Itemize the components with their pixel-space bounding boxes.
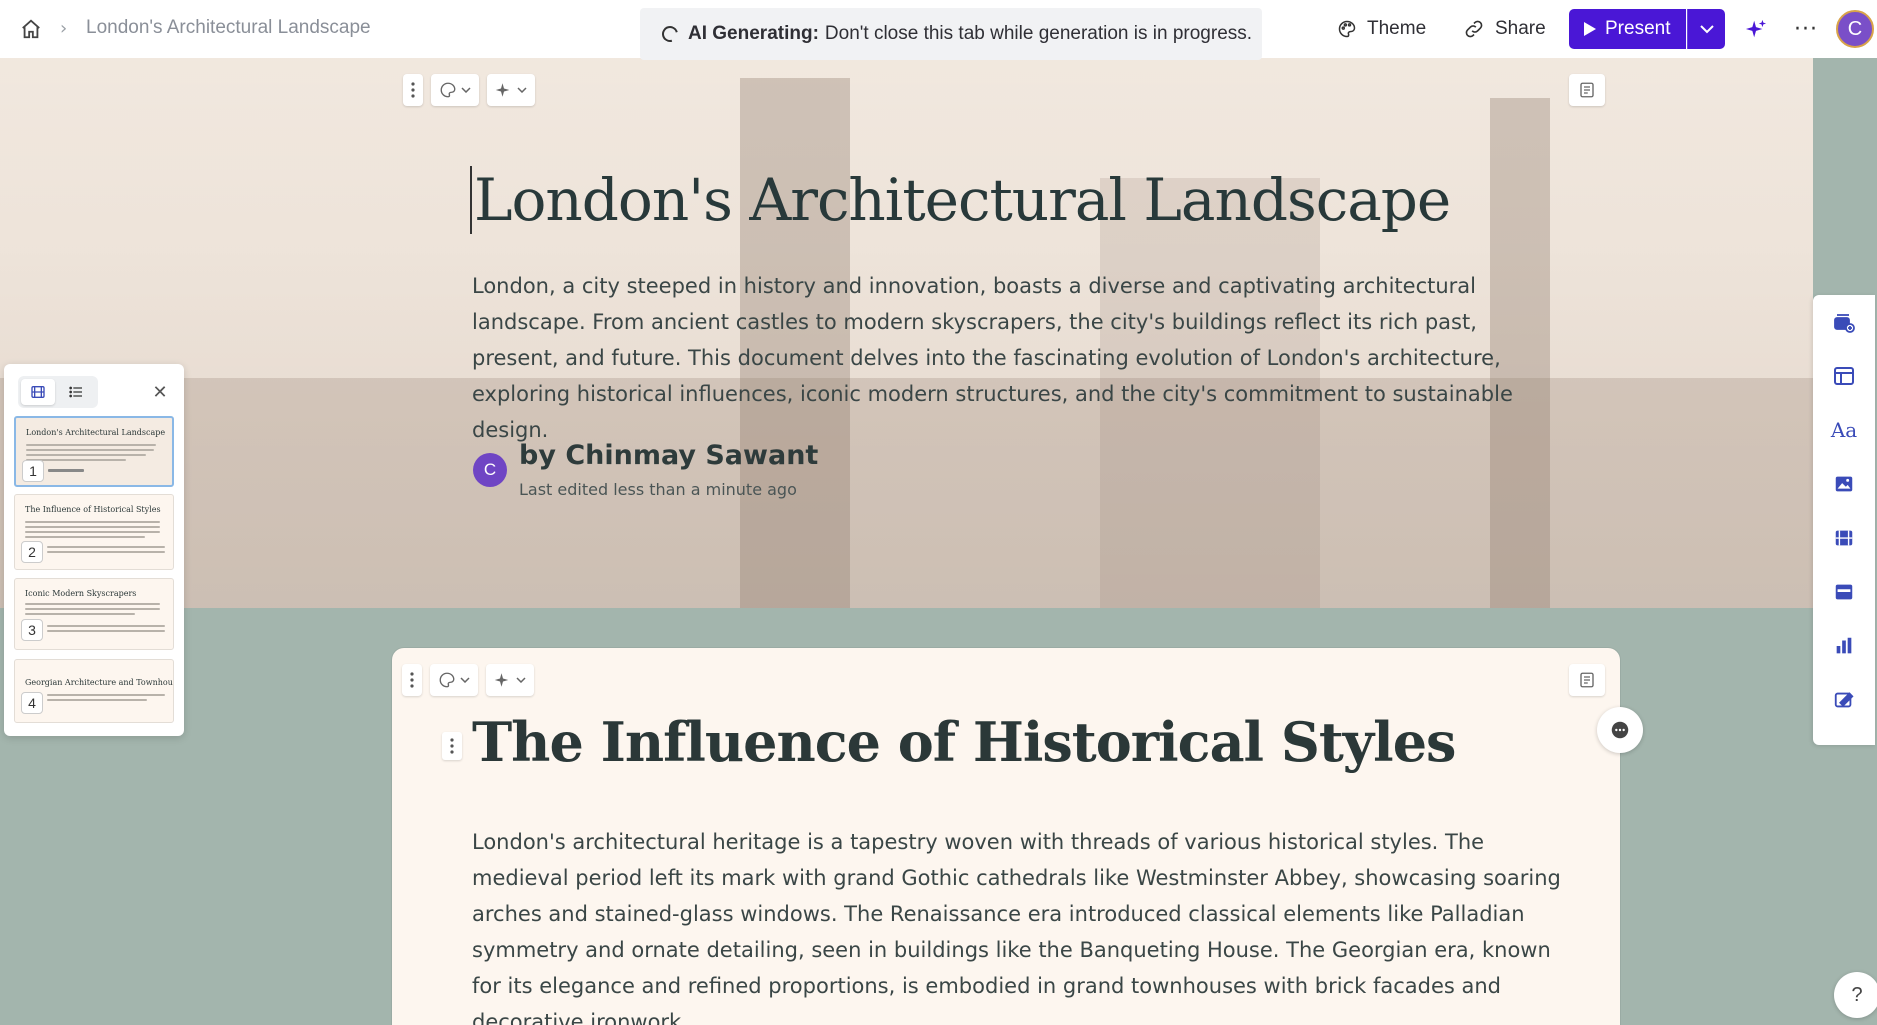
- thumbnail-number: 4: [21, 692, 43, 714]
- text-icon[interactable]: Aa: [1829, 415, 1859, 445]
- video-icon[interactable]: [1829, 523, 1859, 553]
- slide-thumbnail[interactable]: London's Architectural Landscape 1: [14, 416, 174, 487]
- thumbnail-title: Iconic Modern Skyscrapers: [25, 589, 137, 598]
- notes-icon[interactable]: [1569, 664, 1605, 696]
- ai-banner-label: AI Generating:: [688, 23, 819, 44]
- slide-thumbnail[interactable]: The Influence of Historical Styles 2: [14, 494, 174, 570]
- chevron-right-icon: ›: [60, 18, 68, 39]
- sparkle-icon: [495, 83, 510, 97]
- insert-toolbar: Aa: [1813, 295, 1875, 745]
- ai-sparkle-icon[interactable]: [1742, 15, 1770, 43]
- card-style-button[interactable]: [431, 74, 479, 106]
- author-name: by Chinmay Sawant: [519, 440, 819, 471]
- slide-thumbnail[interactable]: Georgian Architecture and Townhouses 4: [14, 659, 174, 723]
- thumbnail-number: 1: [22, 460, 44, 482]
- present-label: Present: [1605, 18, 1671, 39]
- list-view-tab[interactable]: [59, 379, 93, 405]
- drag-handle-icon[interactable]: [403, 74, 423, 106]
- chevron-down-icon: [517, 87, 527, 93]
- thumbnail-title: The Influence of Historical Styles: [25, 505, 161, 514]
- panel-view-tabs: [18, 376, 98, 408]
- sparkle-icon: [494, 673, 509, 687]
- top-bar: › London's Architectural Landscape AI Ge…: [0, 0, 1877, 60]
- chevron-down-icon: [460, 677, 470, 683]
- image-icon[interactable]: [1829, 469, 1859, 499]
- ai-generating-banner: AI Generating: Don't close this tab whil…: [640, 8, 1262, 60]
- more-options-icon[interactable]: ···: [1792, 15, 1820, 43]
- slide-thumbnail[interactable]: Iconic Modern Skyscrapers 3: [14, 578, 174, 650]
- author-avatar: C: [473, 453, 507, 487]
- play-icon: [1584, 22, 1596, 36]
- thumbnail-title: Georgian Architecture and Townhouses: [25, 678, 174, 687]
- chevron-down-icon: [461, 87, 471, 93]
- thumbnail-number: 2: [21, 541, 43, 563]
- slide-thumbnail-panel: ✕ London's Architectural Landscape 1 The…: [4, 364, 184, 736]
- comment-icon[interactable]: [1597, 707, 1643, 753]
- theme-button[interactable]: Theme: [1337, 10, 1426, 48]
- hero-title[interactable]: London's Architectural Landscape: [470, 166, 1451, 234]
- palette-icon: [1338, 20, 1356, 38]
- close-icon[interactable]: ✕: [150, 382, 170, 403]
- thumbnail-number: 3: [21, 619, 43, 641]
- hero-card-toolbar: [403, 74, 535, 106]
- chevron-down-icon: [1699, 25, 1714, 34]
- home-icon[interactable]: [16, 14, 46, 44]
- ai-edit-button[interactable]: [487, 74, 535, 106]
- form-icon[interactable]: [1829, 685, 1859, 715]
- ai-edit-button[interactable]: [486, 664, 534, 696]
- thumbnail-view-tab[interactable]: [21, 379, 55, 405]
- last-edited-text: Last edited less than a minute ago: [519, 480, 797, 499]
- breadcrumb-title[interactable]: London's Architectural Landscape: [86, 17, 371, 39]
- share-button[interactable]: Share: [1463, 10, 1546, 48]
- ai-banner-message: Don't close this tab while generation is…: [824, 23, 1253, 44]
- user-avatar[interactable]: C: [1836, 10, 1874, 48]
- notes-icon[interactable]: [1569, 74, 1605, 106]
- drag-handle-icon[interactable]: [402, 664, 422, 696]
- present-button[interactable]: Present: [1569, 9, 1686, 49]
- theme-label: Theme: [1367, 18, 1427, 39]
- hero-body-text[interactable]: London, a city steeped in history and in…: [472, 268, 1562, 448]
- chart-icon[interactable]: [1829, 631, 1859, 661]
- spinner-icon: [659, 23, 681, 45]
- palette-icon: [439, 672, 455, 688]
- hero-card: London's Architectural Landscape London,…: [0, 58, 1813, 608]
- embed-icon[interactable]: [1829, 577, 1859, 607]
- block-handle-icon[interactable]: [442, 732, 462, 760]
- section-card-historical-styles: The Influence of Historical Styles Londo…: [392, 648, 1620, 1025]
- card-toolbar: [402, 664, 534, 696]
- layout-icon[interactable]: [1829, 361, 1859, 391]
- share-label: Share: [1495, 18, 1546, 39]
- add-card-icon[interactable]: [1829, 307, 1859, 337]
- thumbnail-title: London's Architectural Landscape: [26, 428, 166, 437]
- present-dropdown-button[interactable]: [1687, 9, 1725, 49]
- card-style-button[interactable]: [430, 664, 478, 696]
- palette-icon: [440, 82, 456, 98]
- section-body-text[interactable]: London's architectural heritage is a tap…: [472, 824, 1562, 1025]
- help-button[interactable]: ?: [1834, 972, 1877, 1018]
- section-title[interactable]: The Influence of Historical Styles: [472, 710, 1456, 774]
- link-icon: [1465, 20, 1483, 38]
- list-icon: [69, 386, 82, 398]
- film-icon: [31, 386, 45, 398]
- chevron-down-icon: [516, 677, 526, 683]
